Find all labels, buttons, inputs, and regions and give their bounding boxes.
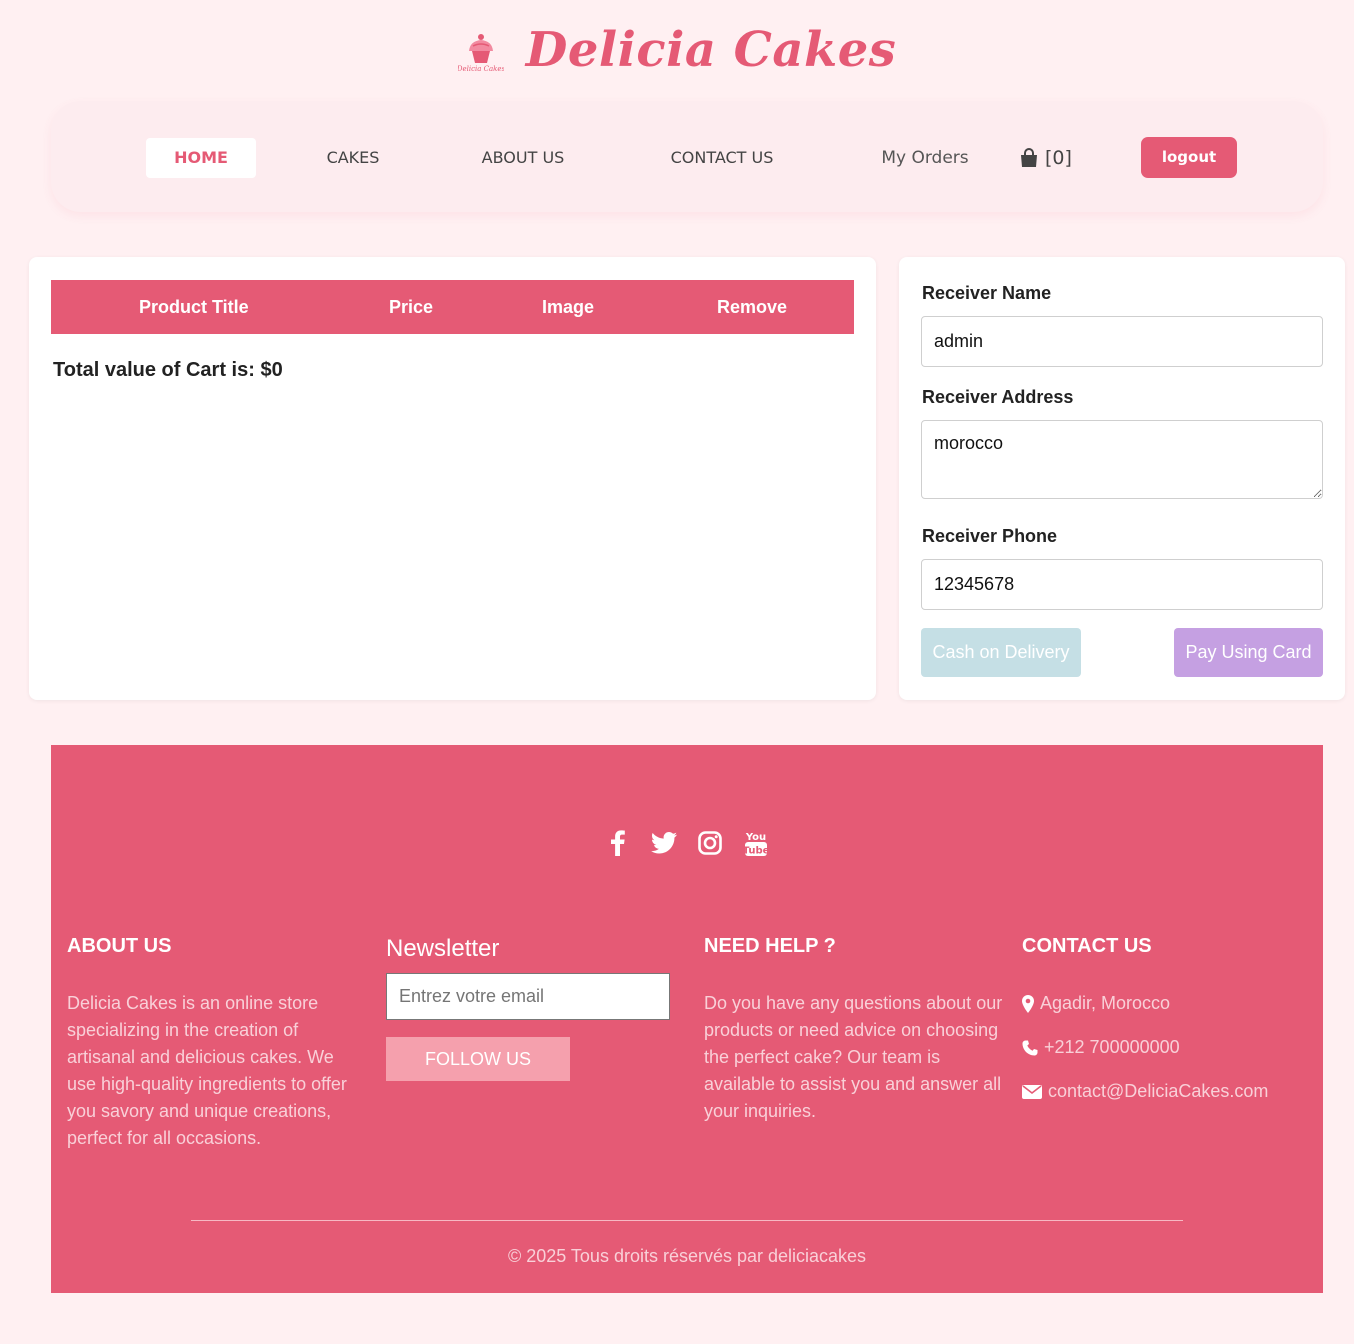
footer-help-text: Do you have any questions about our prod… [704, 993, 1003, 1121]
footer-newsletter: Newsletter FOLLOW US [386, 935, 686, 1095]
column-price: Price [389, 296, 434, 317]
logo-text: Delicia Cakes [458, 65, 504, 73]
contact-phone: +212 700000000 [1022, 1034, 1322, 1061]
site-header: Delicia Cakes Delicia Cakes [0, 20, 1354, 80]
brand-title: Delicia Cakes [525, 22, 897, 78]
receiver-address-input[interactable]: morocco [921, 420, 1323, 499]
footer-divider [191, 1220, 1183, 1221]
nav-about-us[interactable]: ABOUT US [463, 138, 583, 178]
map-marker-icon [1022, 994, 1034, 1013]
receiver-name-input[interactable] [921, 316, 1323, 367]
pay-using-card-button[interactable]: Pay Using Card [1174, 628, 1323, 677]
youtube-icon[interactable]: You Tube [742, 827, 770, 859]
instagram-icon[interactable] [696, 827, 724, 859]
receiver-phone-input[interactable] [921, 559, 1323, 610]
nav-home[interactable]: HOME [146, 138, 256, 178]
column-image: Image [542, 296, 595, 317]
receiver-form: Receiver Name Receiver Address morocco R… [899, 257, 1345, 700]
nav-my-orders[interactable]: My Orders [869, 138, 981, 178]
newsletter-title: Newsletter [386, 935, 500, 962]
copyright-text: © 2025 Tous droits réservés par deliciac… [507, 1246, 867, 1266]
cupcake-logo-icon[interactable]: Delicia Cakes [458, 27, 504, 73]
contact-email: contact@DeliciaCakes.com [1022, 1078, 1322, 1105]
footer-help-title: NEED HELP ? [704, 935, 836, 957]
social-links: You Tube [51, 827, 1323, 859]
footer-contact-title: CONTACT US [1022, 935, 1152, 957]
contact-email-text[interactable]: contact@DeliciaCakes.com [1048, 1081, 1268, 1102]
logout-button[interactable]: logout [1141, 137, 1237, 178]
receiver-name-label: Receiver Name [922, 283, 1052, 303]
twitter-icon[interactable] [650, 827, 678, 859]
contact-location: Agadir, Morocco [1022, 990, 1322, 1017]
facebook-icon[interactable] [604, 827, 632, 859]
shopping-bag-icon [1021, 148, 1037, 167]
follow-us-button[interactable]: FOLLOW US [386, 1037, 570, 1081]
newsletter-email-input[interactable] [386, 973, 670, 1020]
footer-about-title: ABOUT US [67, 935, 172, 957]
cart-total: Total value of Cart is: $0 [53, 359, 283, 381]
contact-phone-text: +212 700000000 [1044, 1037, 1180, 1057]
svg-text:You: You [745, 832, 766, 843]
footer-contact: CONTACT US Agadir, Morocco +212 70000000… [1022, 935, 1322, 1105]
footer-help: NEED HELP ? Do you have any questions ab… [704, 935, 1004, 1125]
nav-contact-us[interactable]: CONTACT US [651, 138, 793, 178]
svg-text:Tube: Tube [744, 846, 768, 857]
cart-count: [0] [1045, 147, 1072, 169]
main-nav: HOME CAKES ABOUT US CONTACT US My Orders… [51, 101, 1323, 212]
footer-about: ABOUT US Delicia Cakes is an online stor… [67, 935, 367, 1152]
cart-table-header: Product Title Price Image Remove [51, 280, 854, 334]
cart-panel: Product Title Price Image Remove Total v… [29, 257, 876, 700]
phone-icon [1022, 1040, 1038, 1055]
contact-location-text: Agadir, Morocco [1040, 993, 1171, 1013]
site-footer: You Tube ABOUT US Delicia Cakes is an onl… [51, 745, 1323, 1293]
footer-about-text: Delicia Cakes is an online store special… [67, 993, 347, 1148]
envelope-icon [1022, 1084, 1042, 1099]
receiver-phone-label: Receiver Phone [922, 526, 1058, 546]
cash-on-delivery-button[interactable]: Cash on Delivery [921, 628, 1081, 677]
nav-cakes[interactable]: CAKES [303, 138, 403, 178]
receiver-address-label: Receiver Address [922, 387, 1074, 407]
nav-cart[interactable]: [0] [1019, 138, 1079, 178]
column-remove: Remove [717, 296, 788, 317]
column-product-title: Product Title [139, 296, 249, 317]
